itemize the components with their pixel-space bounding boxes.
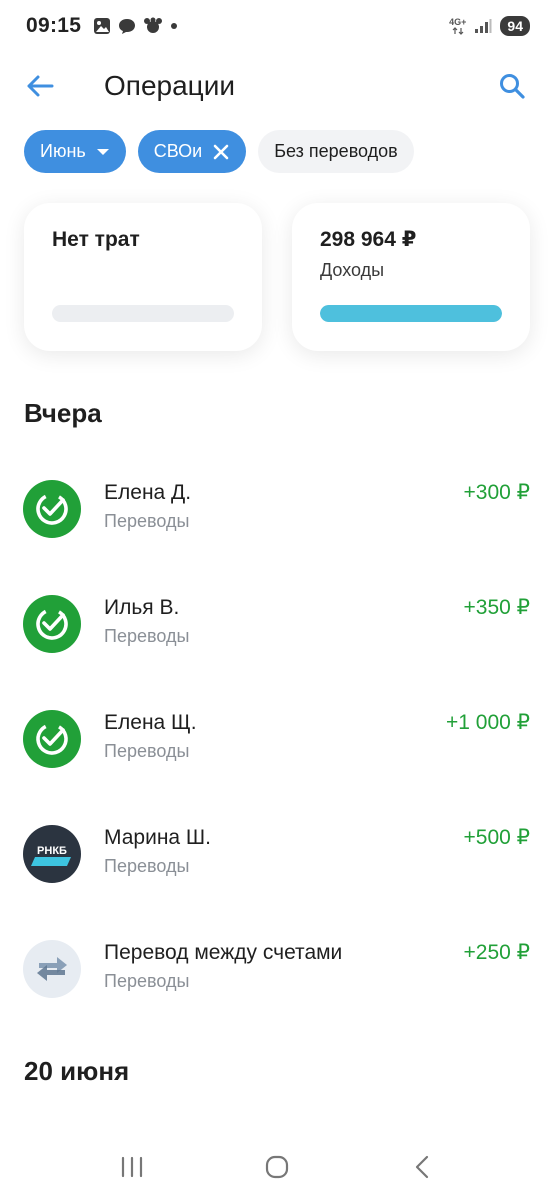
income-bar bbox=[320, 305, 502, 322]
transaction-amount: +250 ₽ bbox=[463, 941, 531, 964]
search-icon bbox=[500, 74, 525, 99]
rnkb-icon: РНКБ bbox=[23, 825, 81, 883]
caret-down-icon bbox=[96, 147, 110, 157]
close-icon[interactable] bbox=[212, 143, 230, 161]
transaction-row[interactable]: Елена Д. Переводы +300 ₽ bbox=[0, 468, 554, 548]
sber-icon bbox=[23, 595, 81, 653]
notification-icons bbox=[93, 17, 178, 35]
income-card[interactable]: 298 964 ₽ Доходы bbox=[292, 203, 530, 351]
recents-icon bbox=[122, 1156, 143, 1178]
status-time: 09:15 bbox=[26, 14, 82, 37]
expenses-title: Нет трат bbox=[52, 228, 140, 251]
transaction-category: Переводы bbox=[104, 971, 190, 991]
transaction-amount: +1 000 ₽ bbox=[445, 711, 530, 734]
filter-chips: Июнь СВОи Без переводов bbox=[24, 130, 414, 173]
section-heading-yesterday: Вчера bbox=[24, 398, 102, 428]
transaction-amount: +500 ₽ bbox=[463, 826, 531, 849]
system-navigation-bar bbox=[0, 1140, 554, 1194]
filter-chip-category-label: СВОи bbox=[153, 141, 203, 161]
recents-button[interactable] bbox=[102, 1147, 162, 1187]
gallery-icon bbox=[94, 18, 111, 34]
search-button[interactable] bbox=[494, 68, 530, 104]
transaction-name: Марина Ш. bbox=[104, 826, 212, 849]
data-arrows-icon bbox=[452, 26, 464, 35]
transaction-category: Переводы bbox=[104, 511, 190, 531]
home-icon bbox=[265, 1155, 289, 1179]
filter-chip-no-transfers-label: Без переводов bbox=[274, 141, 398, 161]
home-button[interactable] bbox=[247, 1147, 307, 1187]
page-title: Операции bbox=[104, 70, 235, 101]
network-type: 4G+ bbox=[449, 16, 467, 27]
section-heading-20-june: 20 июня bbox=[24, 1056, 130, 1086]
expenses-bar bbox=[52, 305, 234, 322]
arrow-left-icon bbox=[27, 75, 54, 97]
signal-icon bbox=[475, 19, 492, 33]
income-bar-fill bbox=[320, 305, 502, 322]
filter-chip-no-transfers[interactable]: Без переводов bbox=[258, 130, 414, 173]
filter-chip-month[interactable]: Июнь bbox=[24, 130, 126, 173]
transaction-row[interactable]: Перевод между счетами Переводы +250 ₽ bbox=[0, 928, 554, 1008]
filter-chip-month-label: Июнь bbox=[40, 141, 86, 161]
transaction-name: Елена Щ. bbox=[104, 711, 197, 734]
rnkb-logo-text: РНКБ bbox=[37, 845, 67, 857]
app-notification-icon bbox=[144, 17, 163, 33]
back-button[interactable] bbox=[22, 68, 58, 104]
battery-indicator: 94 bbox=[500, 16, 530, 36]
transaction-category: Переводы bbox=[104, 741, 190, 761]
sber-icon bbox=[23, 710, 81, 768]
network-indicator: 4G+ bbox=[449, 16, 467, 35]
transaction-name: Илья В. bbox=[104, 596, 180, 619]
transaction-row[interactable]: Елена Щ. Переводы +1 000 ₽ bbox=[0, 698, 554, 778]
more-notifications-dot-icon bbox=[171, 23, 178, 29]
transaction-name: Елена Д. bbox=[104, 481, 192, 504]
filter-chip-category[interactable]: СВОи bbox=[137, 130, 247, 173]
status-bar: 09:15 4G+ 94 bbox=[0, 0, 554, 52]
transaction-amount: +300 ₽ bbox=[463, 481, 531, 504]
system-back-button[interactable] bbox=[392, 1147, 452, 1187]
back-icon bbox=[415, 1155, 428, 1179]
income-amount: 298 964 ₽ bbox=[320, 228, 417, 251]
header: Операции bbox=[0, 58, 554, 114]
transaction-row[interactable]: Илья В. Переводы +350 ₽ bbox=[0, 583, 554, 663]
transaction-name: Перевод между счетами bbox=[104, 941, 343, 964]
expenses-card[interactable]: Нет трат bbox=[24, 203, 262, 351]
income-label: Доходы bbox=[320, 260, 385, 280]
transaction-amount: +350 ₽ bbox=[463, 596, 531, 619]
transaction-category: Переводы bbox=[104, 626, 190, 646]
transaction-row[interactable]: РНКБ Марина Ш. Переводы +500 ₽ bbox=[0, 813, 554, 893]
transaction-category: Переводы bbox=[104, 856, 190, 876]
transfer-icon bbox=[23, 940, 81, 998]
status-right: 4G+ 94 bbox=[449, 16, 530, 36]
sber-icon bbox=[23, 480, 81, 538]
chat-icon bbox=[119, 19, 136, 34]
